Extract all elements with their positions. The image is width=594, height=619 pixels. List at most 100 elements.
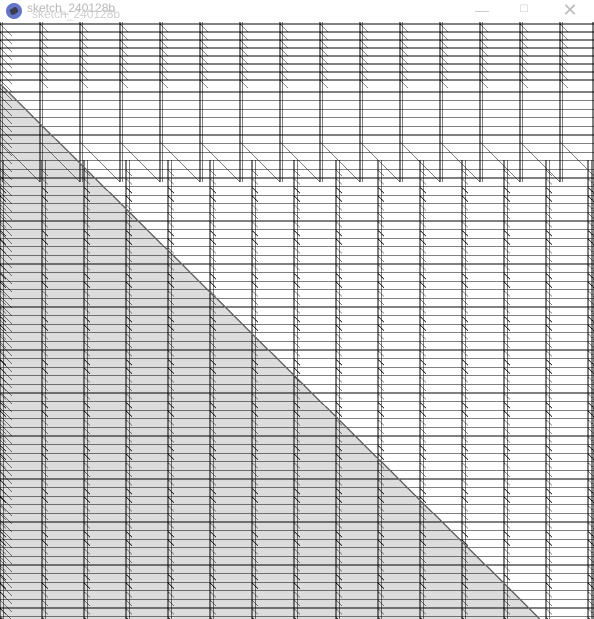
sawtooth-stroke <box>119 63 129 73</box>
sawtooth-tooth <box>519 141 561 183</box>
sawtooth-stroke <box>319 79 329 89</box>
sawtooth-stroke <box>199 71 209 81</box>
sawtooth-stroke <box>479 63 489 73</box>
sawtooth-stroke <box>239 23 249 33</box>
sawtooth-stroke <box>439 71 449 81</box>
sawtooth-stroke <box>239 39 249 49</box>
sawtooth-stroke <box>359 31 369 41</box>
sawtooth-tooth <box>439 141 481 183</box>
sawtooth-stroke <box>359 47 369 57</box>
sawtooth-stroke <box>279 79 289 89</box>
sawtooth-stroke <box>439 55 449 65</box>
sawtooth-stroke <box>519 39 529 49</box>
sawtooth-stroke <box>199 23 209 33</box>
maximize-button[interactable]: ☐ <box>504 0 544 22</box>
sawtooth-stroke <box>199 39 209 49</box>
sawtooth-stroke <box>399 63 409 73</box>
sawtooth-stroke <box>279 63 289 73</box>
sawtooth-stroke <box>439 79 449 89</box>
sawtooth-stroke <box>239 31 249 41</box>
sawtooth-stroke <box>439 31 449 41</box>
sawtooth-stroke <box>319 63 329 73</box>
sawtooth-stroke <box>79 39 89 49</box>
sawtooth-stroke <box>119 71 129 81</box>
sawtooth-stroke <box>239 71 249 81</box>
sawtooth-tooth <box>159 141 201 183</box>
sawtooth-stroke <box>79 71 89 81</box>
sawtooth-stroke <box>159 39 169 49</box>
sawtooth-stroke <box>519 31 529 41</box>
close-button[interactable]: ✕ <box>550 0 590 22</box>
sawtooth-stroke <box>79 31 89 41</box>
sawtooth-stroke <box>39 39 49 49</box>
sawtooth-stroke <box>319 31 329 41</box>
sawtooth-stroke <box>279 31 289 41</box>
sawtooth-stroke <box>559 71 569 81</box>
sawtooth-stroke <box>39 31 49 41</box>
sawtooth-tooth <box>199 141 241 183</box>
sawtooth-stroke <box>199 55 209 65</box>
app-icon <box>6 3 22 19</box>
sawtooth-stroke <box>359 79 369 89</box>
sawtooth-stroke <box>399 71 409 81</box>
sawtooth-stroke <box>39 47 49 57</box>
sawtooth-stroke <box>39 63 49 73</box>
sawtooth-stroke <box>119 31 129 41</box>
sawtooth-stroke <box>79 79 89 89</box>
sawtooth-stroke <box>119 47 129 57</box>
sawtooth-stroke <box>119 39 129 49</box>
sawtooth-stroke <box>479 47 489 57</box>
sawtooth-stroke <box>79 63 89 73</box>
sawtooth-stroke <box>159 31 169 41</box>
sawtooth-tooth <box>319 141 361 183</box>
sketch-window: sketch_240128b sketch_240128b — ☐ ✕ <box>0 0 594 619</box>
sawtooth-stroke <box>399 31 409 41</box>
sawtooth-stroke <box>439 39 449 49</box>
sawtooth-stroke <box>159 47 169 57</box>
sawtooth-stroke <box>39 71 49 81</box>
sawtooth-stroke <box>319 23 329 33</box>
sketch-drawing <box>0 22 594 619</box>
sawtooth-tooth <box>479 141 521 183</box>
sawtooth-stroke <box>239 47 249 57</box>
sawtooth-tooth <box>239 141 281 183</box>
title-bar[interactable]: sketch_240128b sketch_240128b — ☐ ✕ <box>0 0 594 22</box>
sawtooth-stroke <box>519 47 529 57</box>
sawtooth-stroke <box>319 71 329 81</box>
sawtooth-stroke <box>439 23 449 33</box>
window-title-echo: sketch_240128b <box>32 7 121 21</box>
sawtooth-stroke <box>559 39 569 49</box>
sawtooth-tooth <box>559 141 594 177</box>
sawtooth-stroke <box>479 71 489 81</box>
sawtooth-stroke <box>399 39 409 49</box>
minimize-button[interactable]: — <box>462 0 502 22</box>
sawtooth-stroke <box>479 79 489 89</box>
sawtooth-stroke <box>559 23 569 33</box>
sawtooth-stroke <box>239 55 249 65</box>
sawtooth-stroke <box>439 47 449 57</box>
sawtooth-stroke <box>39 55 49 65</box>
sawtooth-tooth <box>359 141 401 183</box>
sawtooth-stroke <box>559 63 569 73</box>
sawtooth-stroke <box>479 31 489 41</box>
sawtooth-stroke <box>79 47 89 57</box>
sawtooth-stroke <box>519 63 529 73</box>
sawtooth-stroke <box>199 79 209 89</box>
sawtooth-stroke <box>159 71 169 81</box>
sawtooth-stroke <box>559 79 569 89</box>
sawtooth-stroke <box>399 79 409 89</box>
sawtooth-stroke <box>199 47 209 57</box>
sawtooth-stroke <box>159 79 169 89</box>
sawtooth-stroke <box>559 47 569 57</box>
sawtooth-stroke <box>399 55 409 65</box>
sawtooth-stroke <box>159 55 169 65</box>
sawtooth-stroke <box>39 79 49 89</box>
sawtooth-stroke <box>359 55 369 65</box>
sawtooth-stroke <box>519 79 529 89</box>
sawtooth-stroke <box>479 23 489 33</box>
sawtooth-stroke <box>199 31 209 41</box>
sawtooth-stroke <box>279 23 289 33</box>
sketch-canvas[interactable] <box>0 0 594 619</box>
sawtooth-stroke <box>519 71 529 81</box>
sawtooth-stroke <box>159 63 169 73</box>
